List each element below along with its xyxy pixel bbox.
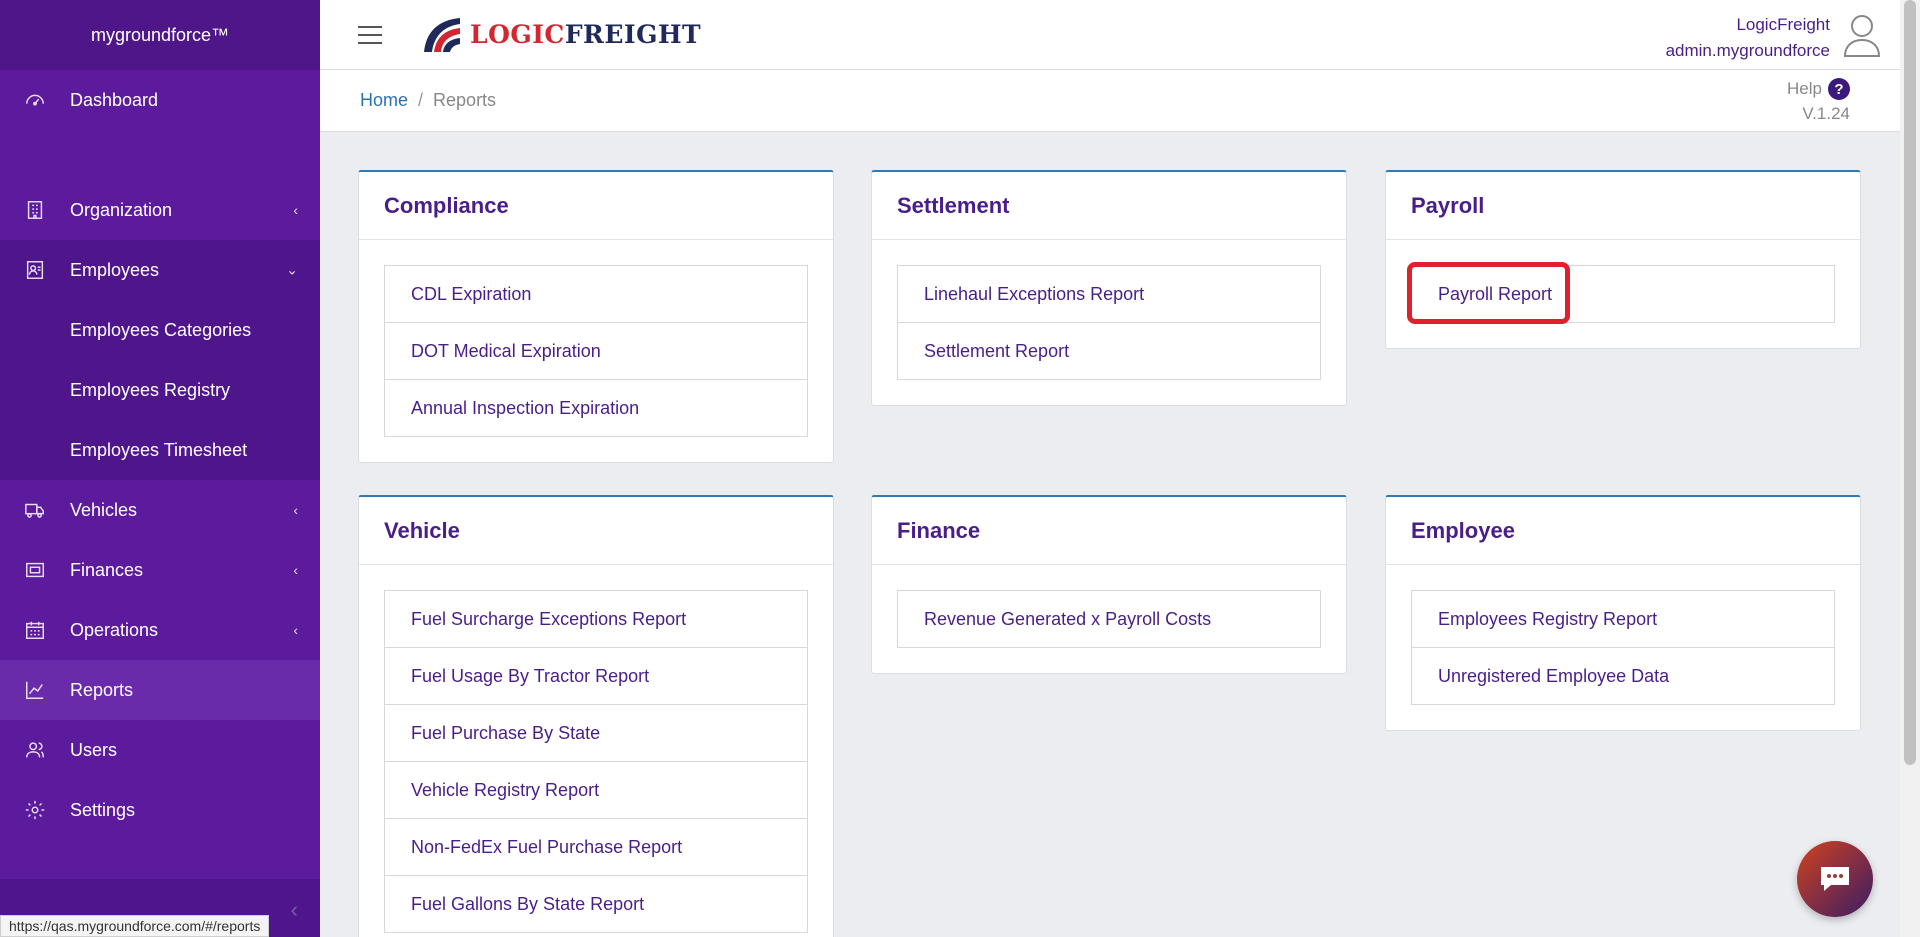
user-avatar-icon[interactable]: [1842, 12, 1882, 58]
card-body: Employees Registry Report Unregistered E…: [1386, 565, 1860, 730]
sidebar-item-finances[interactable]: Finances ‹: [0, 540, 320, 600]
help-label: Help: [1787, 79, 1822, 98]
user-org: admin.mygroundforce: [1665, 41, 1830, 60]
chevron-left-icon: ‹: [293, 202, 298, 218]
building-icon: [23, 198, 47, 222]
report-link-cdl-expiration[interactable]: CDL Expiration: [384, 265, 808, 323]
report-link-fuel-purchase-by-state[interactable]: Fuel Purchase By State: [384, 704, 808, 762]
sidebar-item-label: Finances: [70, 559, 144, 580]
card-body: Linehaul Exceptions Report Settlement Re…: [872, 240, 1346, 405]
card-title: Compliance: [359, 172, 833, 240]
help-link[interactable]: Help ?: [1787, 78, 1850, 100]
breadcrumb-home-link[interactable]: Home: [360, 90, 408, 110]
chevron-left-icon: ‹: [293, 502, 298, 518]
sidebar-item-organization[interactable]: Organization ‹: [0, 180, 320, 240]
card-compliance: Compliance CDL Expiration DOT Medical Ex…: [358, 170, 834, 463]
logo-text: LOGICFREIGHT: [470, 19, 702, 49]
sidebar-item-label: Employees: [70, 259, 160, 280]
users-icon: [23, 738, 47, 762]
page-scrollbar[interactable]: [1900, 0, 1920, 937]
truck-icon: [23, 498, 47, 522]
report-link-fuel-usage-by-tractor[interactable]: Fuel Usage By Tractor Report: [384, 647, 808, 705]
user-info[interactable]: LogicFreight admin.mygroundforce: [1666, 12, 1830, 64]
sidebar-item-reports[interactable]: Reports: [0, 660, 320, 720]
collapse-sidebar-icon[interactable]: ‹: [291, 897, 298, 923]
sidebar-subitem-employees-timesheet[interactable]: Employees Timesheet: [0, 420, 320, 480]
report-link-vehicle-registry[interactable]: Vehicle Registry Report: [384, 761, 808, 819]
breadcrumb-separator: /: [418, 90, 424, 110]
card-employee: Employee Employees Registry Report Unreg…: [1385, 495, 1861, 731]
sidebar-item-operations[interactable]: Operations ‹: [0, 600, 320, 660]
sidebar-subitem-employees-categories[interactable]: Employees Categories: [0, 300, 320, 360]
money-icon: [23, 558, 47, 582]
highlight-annotation: [1407, 262, 1570, 324]
version-label: V.1.24: [1802, 104, 1850, 123]
report-link-unregistered-employee-data[interactable]: Unregistered Employee Data: [1411, 647, 1835, 705]
breadcrumb: Home / Reports: [360, 90, 496, 111]
chevron-left-icon: ‹: [293, 622, 298, 638]
top-header: LOGICFREIGHT LogicFreight admin.myground…: [320, 0, 1900, 70]
gauge-icon: [23, 88, 47, 112]
employees-group: Employees ⌄ Employees Categories Employe…: [0, 240, 320, 480]
report-link-revenue-vs-payroll[interactable]: Revenue Generated x Payroll Costs: [897, 590, 1321, 648]
report-link-fuel-surcharge-exceptions[interactable]: Fuel Surcharge Exceptions Report: [384, 590, 808, 648]
sidebar-item-label: Dashboard: [70, 89, 159, 110]
sidebar-item-label: Vehicles: [70, 499, 138, 520]
status-url-bar: https://qas.mygroundforce.com/#/reports: [0, 915, 270, 937]
sidebar-item-label: Users: [70, 739, 118, 760]
scrollbar-thumb[interactable]: [1904, 0, 1916, 765]
card-body: CDL Expiration DOT Medical Expiration An…: [359, 240, 833, 462]
card-vehicle: Vehicle Fuel Surcharge Exceptions Report…: [358, 495, 834, 937]
sidebar-item-employees[interactable]: Employees ⌄: [0, 240, 320, 300]
report-link-dot-medical-expiration[interactable]: DOT Medical Expiration: [384, 322, 808, 380]
logicfreight-logo[interactable]: LOGICFREIGHT: [420, 14, 701, 54]
sidebar-subitem-employees-registry[interactable]: Employees Registry: [0, 360, 320, 420]
chat-bubble-icon: [1821, 867, 1849, 891]
card-body: Revenue Generated x Payroll Costs: [872, 565, 1346, 673]
report-link-annual-inspection-expiration[interactable]: Annual Inspection Expiration: [384, 379, 808, 437]
report-link-settlement-report[interactable]: Settlement Report: [897, 322, 1321, 380]
card-title: Finance: [872, 497, 1346, 565]
sidebar-brand[interactable]: mygroundforce™: [0, 0, 320, 70]
chevron-down-icon: ⌄: [286, 261, 298, 278]
sidebar-item-users[interactable]: Users: [0, 720, 320, 780]
report-link-employees-registry-report[interactable]: Employees Registry Report: [1411, 590, 1835, 648]
sidebar: mygroundforce™ Dashboard Organization ‹ …: [0, 0, 320, 937]
calendar-icon: [23, 618, 47, 642]
card-title: Employee: [1386, 497, 1860, 565]
card-title: Vehicle: [359, 497, 833, 565]
card-finance: Finance Revenue Generated x Payroll Cost…: [871, 495, 1347, 674]
sidebar-item-settings[interactable]: Settings: [0, 780, 320, 840]
sidebar-item-label: Settings: [70, 799, 136, 820]
report-link-linehaul-exceptions[interactable]: Linehaul Exceptions Report: [897, 265, 1321, 323]
logo-mark-icon: [420, 14, 462, 54]
chevron-left-icon: ‹: [293, 562, 298, 578]
question-icon: ?: [1828, 78, 1850, 100]
sidebar-item-dashboard[interactable]: Dashboard: [0, 70, 320, 130]
chart-line-icon: [23, 678, 47, 702]
gear-icon: [23, 798, 47, 822]
card-body: Fuel Surcharge Exceptions Report Fuel Us…: [359, 565, 833, 937]
sidebar-item-label: Organization: [70, 199, 173, 220]
id-card-icon: [23, 258, 47, 282]
breadcrumb-bar: Home / Reports Help ? V.1.24: [320, 70, 1900, 132]
report-link-fuel-gallons-by-state[interactable]: Fuel Gallons By State Report: [384, 875, 808, 933]
card-title: Payroll: [1386, 172, 1860, 240]
breadcrumb-current: Reports: [433, 90, 497, 110]
hamburger-menu-icon[interactable]: [358, 26, 382, 44]
sidebar-item-label: Operations: [70, 619, 159, 640]
user-name: LogicFreight: [1736, 15, 1830, 34]
sidebar-item-label: Reports: [70, 679, 134, 700]
card-title: Settlement: [872, 172, 1346, 240]
sidebar-item-vehicles[interactable]: Vehicles ‹: [0, 480, 320, 540]
chat-button[interactable]: [1797, 841, 1873, 917]
card-settlement: Settlement Linehaul Exceptions Report Se…: [871, 170, 1347, 406]
report-link-non-fedex-fuel-purchase[interactable]: Non-FedEx Fuel Purchase Report: [384, 818, 808, 876]
